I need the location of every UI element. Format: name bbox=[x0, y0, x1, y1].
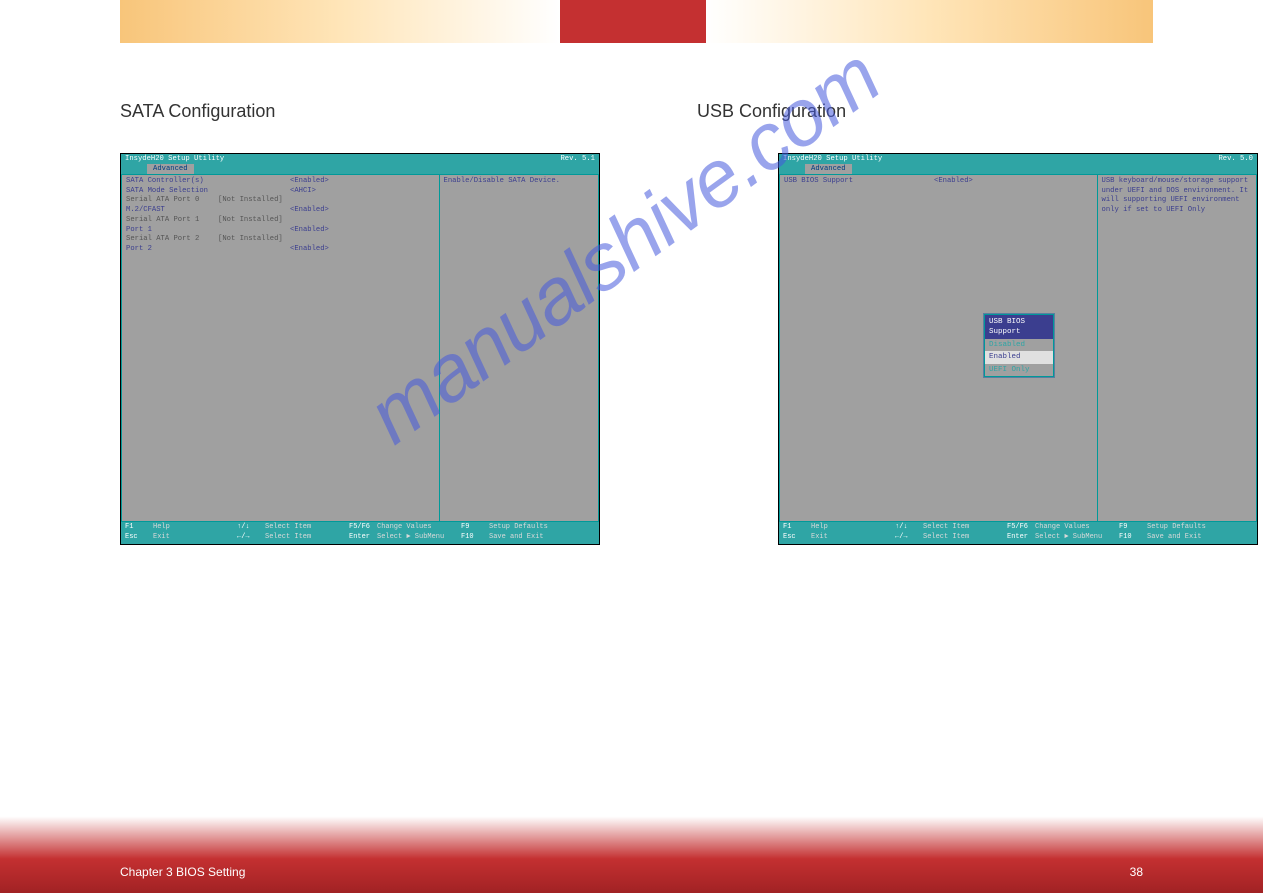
bios-footer-keys: F1Help ↑/↓Select Item F5/F6Change Values… bbox=[121, 522, 599, 544]
footer-page-number: 38 bbox=[1130, 865, 1143, 879]
popup-option-uefi-only[interactable]: UEFI Only bbox=[985, 364, 1053, 376]
popup-option-enabled[interactable]: Enabled bbox=[985, 351, 1053, 363]
bios-popup-usb-support: USB BIOS Support Disabled Enabled UEFI O… bbox=[984, 314, 1054, 377]
bios-tab-advanced: Advanced bbox=[805, 164, 852, 174]
popup-title: USB BIOS Support bbox=[985, 315, 1053, 339]
bios-settings-panel: SATA Controller(s)<Enabled> SATA Mode Se… bbox=[122, 175, 440, 521]
footer-bar: Chapter 3 BIOS Setting 38 bbox=[0, 808, 1263, 893]
bios-screenshot-usb: InsydeH20 Setup Utility Rev. 5.0 Advance… bbox=[778, 153, 1258, 545]
bios-help-panel: Enable/Disable SATA Device. bbox=[440, 175, 598, 521]
bios-tab-advanced: Advanced bbox=[147, 164, 194, 174]
bios-footer-keys: F1Help ↑/↓Select Item F5/F6Change Values… bbox=[779, 522, 1257, 544]
bios-screenshots-row: InsydeH20 Setup Utility Rev. 5.1 Advance… bbox=[0, 123, 1263, 545]
bios-screenshot-sata: InsydeH20 Setup Utility Rev. 5.1 Advance… bbox=[120, 153, 600, 545]
section-title-left: SATA Configuration bbox=[120, 101, 275, 122]
section-titles: SATA Configuration USB Configuration bbox=[0, 43, 1263, 123]
top-color-bar bbox=[0, 0, 1263, 43]
popup-option-disabled[interactable]: Disabled bbox=[985, 339, 1053, 351]
bios-rev: Rev. 5.1 bbox=[560, 154, 595, 164]
bios-title: InsydeH20 Setup Utility bbox=[125, 154, 224, 164]
section-title-right: USB Configuration bbox=[697, 101, 846, 122]
bios-rev: Rev. 5.0 bbox=[1218, 154, 1253, 164]
footer-chapter: Chapter 3 BIOS Setting bbox=[120, 865, 245, 879]
bios-title: InsydeH20 Setup Utility bbox=[783, 154, 882, 164]
bios-help-panel: USB keyboard/mouse/storage support under… bbox=[1098, 175, 1256, 521]
